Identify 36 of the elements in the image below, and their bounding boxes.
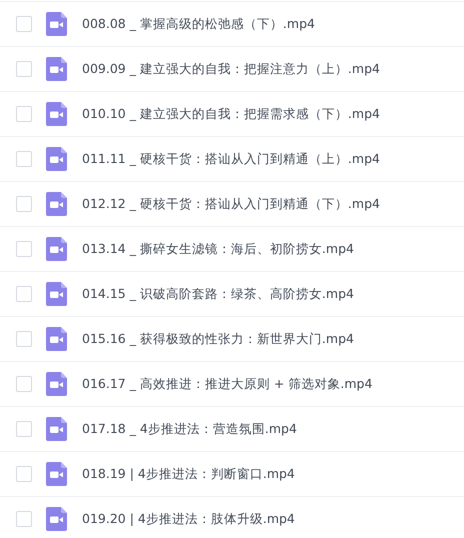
video-file-icon: [46, 57, 67, 81]
checkbox[interactable]: [16, 286, 32, 302]
file-name[interactable]: 014.15 _ 识破高阶套路：绿茶、高阶捞女.mp4: [82, 286, 354, 302]
checkbox[interactable]: [16, 466, 32, 482]
checkbox[interactable]: [16, 61, 32, 77]
file-name[interactable]: 018.19 | 4步推进法：判断窗口.mp4: [82, 466, 295, 482]
video-file-icon: [46, 372, 67, 396]
video-file-icon: [46, 282, 67, 306]
checkbox[interactable]: [16, 331, 32, 347]
file-name[interactable]: 016.17 _ 高效推进：推进大原则 + 筛选对象.mp4: [82, 376, 372, 392]
file-name[interactable]: 015.16 _ 获得极致的性张力：新世界大门.mp4: [82, 330, 354, 348]
checkbox[interactable]: [16, 376, 32, 392]
checkbox[interactable]: [16, 106, 32, 122]
file-name[interactable]: 019.20 | 4步推进法：肢体升级.mp4: [82, 510, 295, 528]
video-file-icon: [46, 327, 67, 351]
checkbox[interactable]: [16, 151, 32, 167]
checkbox[interactable]: [16, 196, 32, 212]
file-name[interactable]: 009.09 _ 建立强大的自我：把握注意力（上）.mp4: [82, 60, 380, 78]
checkbox[interactable]: [16, 241, 32, 257]
video-file-icon: [46, 12, 67, 36]
file-name[interactable]: 017.18 _ 4步推进法：营造氛围.mp4: [82, 420, 297, 438]
checkbox[interactable]: [16, 16, 32, 32]
file-name[interactable]: 008.08 _ 掌握高级的松弛感（下）.mp4: [82, 16, 315, 32]
file-name[interactable]: 010.10 _ 建立强大的自我：把握需求感（下）.mp4: [82, 106, 380, 122]
video-file-icon: [46, 192, 67, 216]
file-name[interactable]: 011.11 _ 硬核干货：搭讪从入门到精通（上）.mp4: [82, 150, 380, 168]
checkbox[interactable]: [16, 421, 32, 437]
video-file-icon: [46, 102, 67, 126]
checkbox[interactable]: [16, 511, 32, 527]
file-name[interactable]: 012.12 _ 硬核干货：搭讪从入门到精通（下）.mp4: [82, 196, 380, 212]
video-file-icon: [46, 462, 67, 486]
video-file-icon: [46, 147, 67, 171]
video-file-icon: [46, 237, 67, 261]
video-file-icon: [46, 507, 67, 531]
file-name[interactable]: 013.14 _ 撕碎女生滤镜：海后、初阶捞女.mp4: [82, 240, 354, 258]
video-file-icon: [46, 417, 67, 441]
